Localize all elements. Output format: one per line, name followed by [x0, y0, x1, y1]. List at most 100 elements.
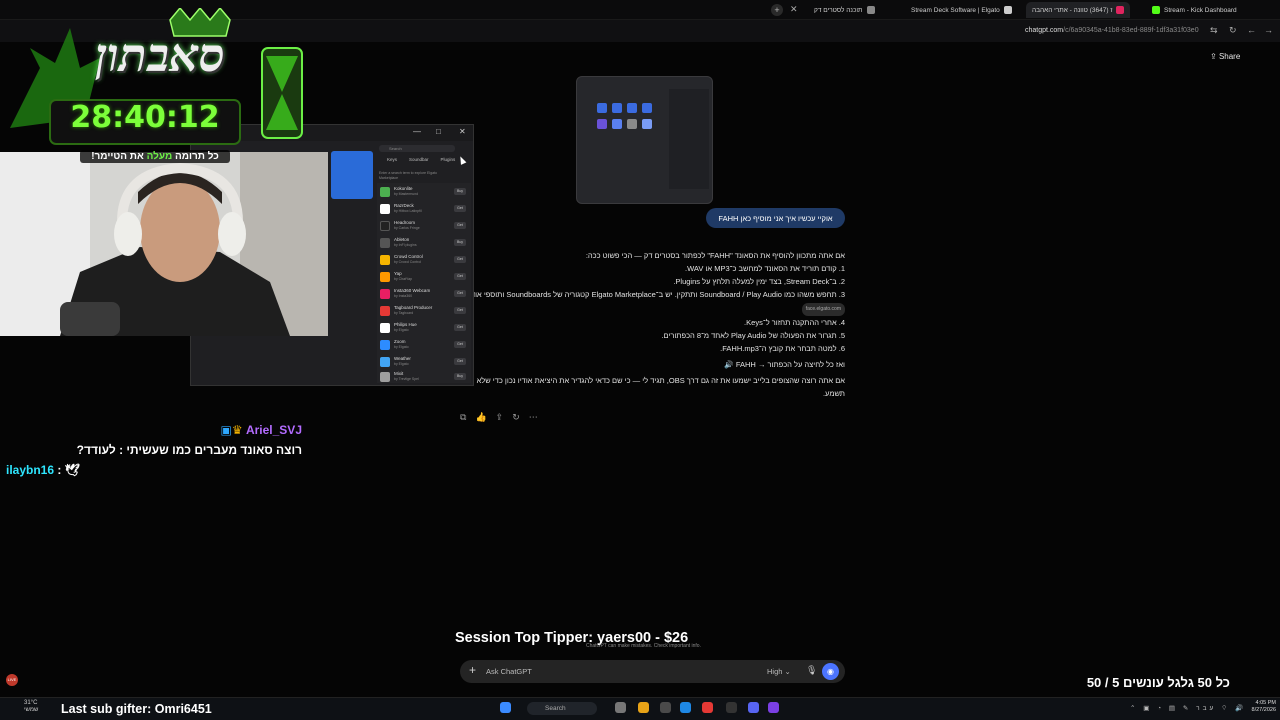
key-thumb — [627, 103, 637, 113]
chat-username: ilaybn16 — [6, 463, 55, 477]
key-thumb — [642, 119, 652, 129]
step-item: 2. ב־Stream Deck, בצד ימין למעלה תלחץ על… — [673, 277, 845, 286]
tab-label: Stream - Kick Dashboard — [1164, 6, 1237, 14]
plugin-row[interactable]: RazrDeck by Hitbox Latinpfil Get — [380, 202, 468, 217]
link-pill[interactable]: face.elgato.com — [801, 303, 845, 316]
url-path: /c/6a90345a-41b8-83ed-889f-1df3a31f03e0 — [1063, 27, 1199, 34]
plugin-action-button[interactable]: Get — [454, 205, 466, 212]
plugin-action-button[interactable]: Buy — [454, 188, 466, 195]
plugin-icon — [380, 340, 390, 350]
copy-icon[interactable]: ⧉ — [460, 412, 466, 423]
tab-keys[interactable]: Keys — [387, 157, 397, 162]
close-icon[interactable]: ✕ — [459, 127, 466, 136]
tab-label: Stream Deck Software | Elgato — [911, 6, 1000, 14]
chrome-icon[interactable] — [702, 702, 713, 713]
chat-username: Ariel_SVJ — [245, 423, 302, 437]
plugin-action-button[interactable]: Get — [454, 290, 466, 297]
plugin-name: RazrDeck — [394, 203, 414, 208]
step-item: 4. אחרי ההתקנה תחזור ל־Keys. — [744, 318, 845, 327]
edge-icon[interactable] — [680, 702, 691, 713]
thumbs-icon[interactable]: 👍 — [475, 412, 486, 423]
back-icon[interactable]: ← — [1247, 25, 1256, 35]
plugin-row[interactable]: Crowd Control by Crowd Control Get — [380, 253, 468, 268]
browser-tab[interactable]: תוכנה לסטרים דק — [808, 2, 881, 18]
plugin-author: by Tagboard — [394, 311, 414, 315]
tab-label: ז (3647) טוונה - אתרי האהבה — [1032, 6, 1113, 14]
final-line: ואז כל לחיצה על הכפתור → FAHH 🔊 — [724, 360, 845, 369]
step-item: 5. תגרור את הפעולה של Play Audio לאחד מ־… — [661, 331, 845, 340]
voice-mode-icon[interactable]: ◉ — [822, 663, 839, 680]
new-tab-button[interactable]: + — [771, 4, 783, 16]
plugin-row[interactable]: Weather by Elgato Get — [380, 355, 468, 370]
system-tray[interactable]: ⌃ ▣ ◔ ▤ ✎ עבר ⌔ 🔊 — [1130, 703, 1246, 712]
share-button[interactable]: ⇪ Share — [1210, 52, 1240, 61]
language-indicator[interactable]: עבר — [1196, 705, 1216, 712]
reload-icon[interactable]: ↻ — [1229, 25, 1237, 36]
weather-widget[interactable]: 31°C שמשי — [24, 700, 38, 714]
plugin-name: Insta360 Webcam — [394, 288, 431, 293]
plus-icon[interactable]: + — [469, 663, 476, 677]
plugin-row[interactable]: Zoom by Elgato Get — [380, 338, 468, 353]
plugin-action-button[interactable]: Get — [454, 341, 466, 348]
browser-tab[interactable]: Stream - Kick Dashboard — [1146, 2, 1243, 18]
plugin-row[interactable]: Insta360 Webcam by Insta360 Get — [380, 287, 468, 302]
tab-soundbar[interactable]: Soundbar — [409, 157, 429, 162]
clock-date: 8/27/2026 — [1251, 707, 1276, 713]
favicon-icon — [1003, 6, 1012, 14]
plugin-row[interactable]: Kokonlite by Mastermund Buy — [380, 185, 468, 200]
maximize-icon[interactable]: □ — [436, 127, 441, 136]
key-preview[interactable] — [331, 151, 373, 199]
attached-screenshot[interactable] — [576, 76, 713, 204]
plugin-row[interactable]: Yap by ChatYap Get — [380, 270, 468, 285]
weather-desc: שמשי — [24, 707, 39, 713]
plugin-author: by Carlos Fringe — [394, 226, 420, 230]
regenerate-icon[interactable]: ↻ — [512, 412, 520, 423]
marketplace-link[interactable]: face.elgato.com — [440, 301, 845, 316]
model-mode-select[interactable]: High ⌄ — [767, 667, 791, 676]
discord-icon[interactable] — [748, 702, 759, 713]
app-icon[interactable] — [660, 702, 671, 713]
forward-icon[interactable]: → — [1264, 25, 1273, 35]
goal-counter: כל 50 גלגל עונשים 5 / 50 — [1086, 675, 1230, 690]
plugin-row[interactable]: Tagboard Producer by Tagboard Get — [380, 304, 468, 319]
url-text[interactable]: chatgpt.com/c/6a90345a-41b8-83ed-889f-1d… — [1025, 27, 1199, 34]
start-icon[interactable] — [500, 702, 511, 713]
plugin-action-button[interactable]: Get — [454, 358, 466, 365]
donate-text: כל תרומה — [174, 151, 219, 162]
minimize-icon[interactable]: — — [413, 127, 421, 136]
webcam-image — [0, 152, 328, 336]
plugin-action-button[interactable]: Get — [454, 324, 466, 331]
plugin-search-input[interactable]: Search — [379, 145, 455, 152]
screen: + ✕ תוכנה לסטרים דק Stream Deck Software… — [0, 0, 1280, 720]
app-icon[interactable] — [768, 702, 779, 713]
plugin-row[interactable]: Mixit by Trevlige Spel Buy — [380, 370, 468, 385]
chat-composer[interactable]: + Ask ChatGPT High ⌄ 🎙 ◉ — [460, 660, 845, 683]
prompt-input[interactable]: Ask ChatGPT — [486, 667, 532, 676]
browser-tab[interactable]: Stream Deck Software | Elgato — [905, 2, 1018, 18]
obs-note: אם אתה רוצה שהצופים בלייב ישמעו את זה גם… — [449, 376, 845, 398]
explorer-icon[interactable] — [638, 702, 649, 713]
plugin-action-button[interactable]: Get — [454, 307, 466, 314]
tab-plugins[interactable]: Plugins — [441, 157, 456, 162]
obs-icon[interactable] — [726, 702, 737, 713]
microphone-icon[interactable]: 🎙 — [806, 665, 817, 676]
share-icon[interactable]: ⇪ — [496, 412, 504, 423]
extensions-icon[interactable]: ⇆ — [1210, 25, 1218, 36]
plugin-row[interactable]: Headroom by Carlos Fringe Get — [380, 219, 468, 234]
plugin-action-button[interactable]: Buy — [454, 373, 466, 380]
plugin-row[interactable]: Philips Hue by Elgato Get — [380, 321, 468, 336]
plugin-author: by Insta360 — [394, 294, 413, 298]
plugin-action-button[interactable]: Get — [454, 222, 466, 229]
more-icon[interactable]: ⋯ — [529, 412, 538, 423]
plugin-action-button[interactable]: Get — [454, 273, 466, 280]
taskbar-clock[interactable]: 4:05 PM 8/27/2026 — [1240, 700, 1276, 714]
taskview-icon[interactable] — [615, 702, 626, 713]
plugin-action-button[interactable]: Buy — [454, 239, 466, 246]
close-icon[interactable]: ✕ — [790, 4, 798, 15]
plugin-list: Kokonlite by Mastermund Buy RazrDeck by Hit… — [377, 183, 471, 383]
plugin-action-button[interactable]: Get — [454, 256, 466, 263]
plugin-row[interactable]: Ableton by InFl plugins Buy — [380, 236, 468, 251]
donate-banner: כל תרומה מעלה את הטיימר! — [80, 150, 230, 163]
browser-tab[interactable]: ז (3647) טוונה - אתרי האהבה — [1026, 2, 1131, 18]
taskbar-search[interactable]: Search — [527, 702, 597, 715]
